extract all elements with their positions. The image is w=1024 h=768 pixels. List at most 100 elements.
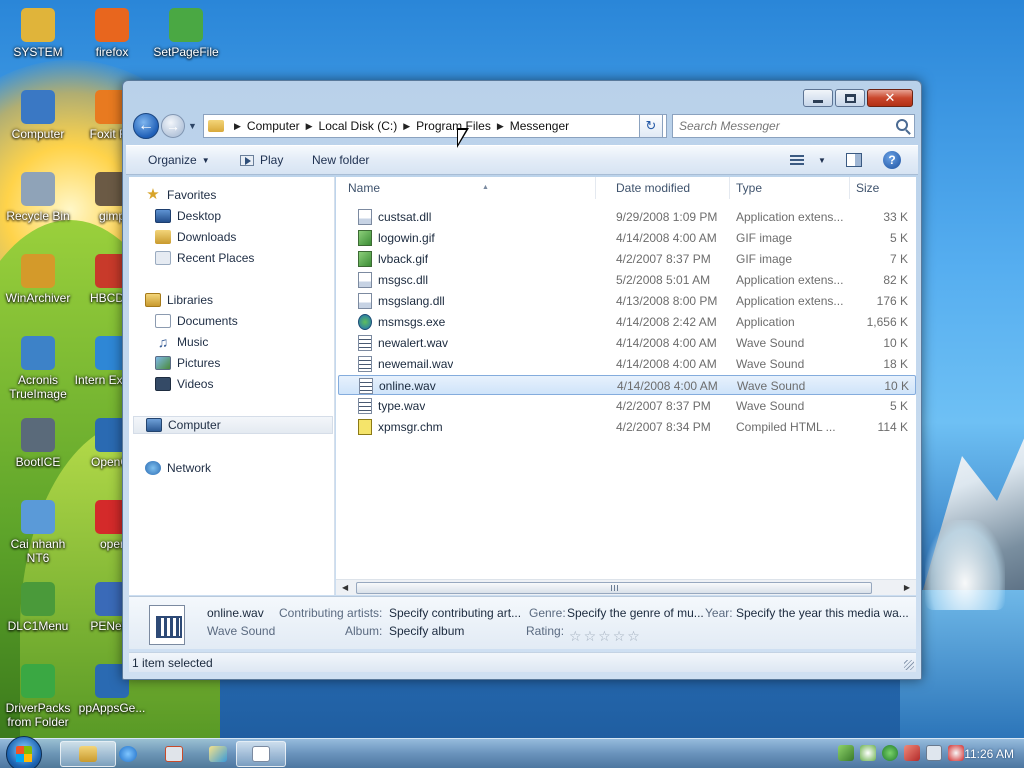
nav-item-network[interactable]: Network: [145, 459, 211, 477]
history-dropdown-button[interactable]: ▼: [188, 121, 197, 131]
file-row[interactable]: newemail.wav 4/14/2008 4:00 AM Wave Sound 1…: [338, 354, 916, 374]
nav-item-libraries[interactable]: Libraries: [145, 291, 213, 309]
file-row[interactable]: newalert.wav 4/14/2008 4:00 AM Wave Sound 1…: [338, 333, 916, 353]
taskbar-clock[interactable]: 11:26 AM: [964, 747, 1014, 761]
nav-item-favorites[interactable]: ★ Favorites: [145, 186, 216, 204]
maximize-button[interactable]: [835, 89, 865, 107]
desktop-icon-label: ppAppsGe...: [78, 701, 146, 715]
star-icon[interactable]: ☆: [613, 628, 626, 645]
nav-item-pictures[interactable]: Pictures: [155, 354, 220, 372]
year-field[interactable]: Specify the year this media wa...: [736, 606, 909, 620]
star-icon[interactable]: ☆: [569, 628, 582, 645]
nav-item-documents[interactable]: Documents: [155, 312, 238, 330]
horizontal-scrollbar[interactable]: ◀ ▶: [336, 579, 916, 595]
star-icon[interactable]: ☆: [627, 628, 640, 645]
desktop-icon[interactable]: BootICE: [0, 418, 76, 469]
desktop-icon[interactable]: DriverPacks from Folder: [0, 664, 76, 729]
rating-stars[interactable]: ☆ ☆ ☆ ☆ ☆: [569, 628, 640, 645]
tray-tools-icon[interactable]: [904, 745, 920, 761]
file-row[interactable]: type.wav 4/2/2007 8:37 PM Wave Sound 5 K: [338, 396, 916, 416]
start-button[interactable]: [6, 736, 42, 768]
desktop-icon[interactable]: DLC1Menu: [0, 582, 76, 633]
star-icon[interactable]: ☆: [584, 628, 597, 645]
details-filetype: Wave Sound: [207, 624, 276, 638]
taskbar-notepad-button[interactable]: [236, 741, 286, 767]
breadcrumb-separator-icon[interactable]: ▶: [306, 121, 313, 132]
breadcrumb-separator-icon[interactable]: ▶: [403, 121, 410, 132]
recycle-bin-icon: [21, 172, 55, 206]
desktop-icon[interactable]: firefox: [74, 8, 150, 59]
breadcrumb-messenger[interactable]: Messenger: [510, 119, 569, 133]
desktop-icon[interactable]: WinArchiver: [0, 254, 76, 305]
tray-app-icon[interactable]: [838, 745, 854, 761]
address-bar[interactable]: ▶ Computer ▶ Local Disk (C:) ▶ Program F…: [203, 114, 667, 138]
preview-pane-icon[interactable]: [846, 153, 862, 167]
tray-volume-muted-icon[interactable]: [948, 745, 964, 761]
nav-item-videos[interactable]: Videos: [155, 375, 213, 393]
nav-item-recent-places[interactable]: Recent Places: [155, 249, 254, 267]
breadcrumb-separator-icon[interactable]: ▶: [497, 121, 504, 132]
scrollbar-thumb[interactable]: [356, 582, 872, 594]
app-icon: [165, 746, 183, 762]
nav-item-downloads[interactable]: Downloads: [155, 228, 236, 246]
breadcrumb-computer[interactable]: Computer: [247, 119, 300, 133]
genre-field[interactable]: Specify the genre of mu...: [567, 606, 704, 620]
minimize-button[interactable]: [803, 89, 833, 107]
column-header-size[interactable]: Size: [850, 177, 916, 199]
nav-label: Libraries: [167, 293, 214, 307]
play-button[interactable]: Play: [240, 153, 283, 167]
resize-grip-icon[interactable]: [904, 660, 914, 670]
folder-user-icon: [21, 8, 55, 42]
acronis-icon: [21, 336, 55, 370]
desktop-icon[interactable]: Computer: [0, 90, 76, 141]
desktop-icon[interactable]: SetPageFile: [148, 8, 224, 59]
column-header-label: Type: [736, 181, 763, 195]
file-row[interactable]: lvback.gif 4/2/2007 8:37 PM GIF image 7 K: [338, 249, 916, 269]
desktop-icon[interactable]: Acronis TrueImage: [0, 336, 76, 401]
tray-security-icon[interactable]: [860, 745, 876, 761]
close-button[interactable]: ✕: [867, 89, 913, 107]
column-header-date-modified[interactable]: Date modified: [610, 177, 730, 199]
column-header-name[interactable]: Name ▲: [342, 177, 596, 199]
search-input[interactable]: [679, 119, 879, 133]
desktop-icon[interactable]: Recycle Bin: [0, 172, 76, 223]
forward-button[interactable]: →: [161, 114, 185, 138]
desktop-icon-label: firefox: [95, 45, 129, 59]
file-date-modified: 9/29/2008 1:09 PM: [616, 210, 718, 224]
tray-play-icon[interactable]: [882, 745, 898, 761]
desktop-icon[interactable]: Cai nhanh NT6: [0, 500, 76, 565]
nav-item-music[interactable]: ♫ Music: [155, 333, 209, 351]
file-row[interactable]: online.wav 4/14/2008 4:00 AM Wave Sound 10 …: [338, 375, 916, 395]
file-row[interactable]: msgsc.dll 5/2/2008 5:01 AM Application ext…: [338, 270, 916, 290]
minimize-icon: [813, 99, 823, 103]
nav-item-desktop[interactable]: Desktop: [155, 207, 221, 225]
contributing-artists-field[interactable]: Specify contributing art...: [389, 606, 521, 620]
refresh-button[interactable]: ↻: [639, 114, 663, 138]
tray-network-icon[interactable]: [926, 745, 942, 761]
nav-label: Videos: [177, 377, 214, 391]
view-options-dropdown-icon[interactable]: ▼: [818, 156, 826, 165]
album-field[interactable]: Specify album: [389, 624, 464, 638]
file-row[interactable]: xpmsgr.chm 4/2/2007 8:34 PM Compiled HTML …: [338, 417, 916, 437]
scroll-left-icon[interactable]: ◀: [342, 583, 348, 592]
star-icon[interactable]: ☆: [598, 628, 611, 645]
breadcrumb-local-disk[interactable]: Local Disk (C:): [319, 119, 398, 133]
nav-item-computer[interactable]: Computer: [133, 416, 333, 434]
scroll-right-icon[interactable]: ▶: [904, 583, 910, 592]
breadcrumb-program-files[interactable]: Program Files: [416, 119, 491, 133]
organize-button[interactable]: Organize ▼: [148, 153, 210, 167]
change-view-icon[interactable]: [790, 155, 804, 167]
search-icon[interactable]: [896, 119, 908, 131]
column-header-type[interactable]: Type: [730, 177, 850, 199]
breadcrumb-separator-icon[interactable]: ▶: [234, 121, 241, 132]
desktop-icon[interactable]: SYSTEM: [0, 8, 76, 59]
new-folder-button[interactable]: New folder: [312, 153, 369, 167]
back-button[interactable]: ←: [133, 113, 159, 139]
file-row[interactable]: custsat.dll 9/29/2008 1:09 PM Application …: [338, 207, 916, 227]
downloads-icon: [155, 230, 171, 244]
desktop-icon-label: BootICE: [15, 455, 61, 469]
file-row[interactable]: msmsgs.exe 4/14/2008 2:42 AM Application 1,…: [338, 312, 916, 332]
file-row[interactable]: msgslang.dll 4/13/2008 8:00 PM Application…: [338, 291, 916, 311]
file-row[interactable]: logowin.gif 4/14/2008 4:00 AM GIF image 5 K: [338, 228, 916, 248]
help-icon[interactable]: ?: [883, 151, 901, 169]
